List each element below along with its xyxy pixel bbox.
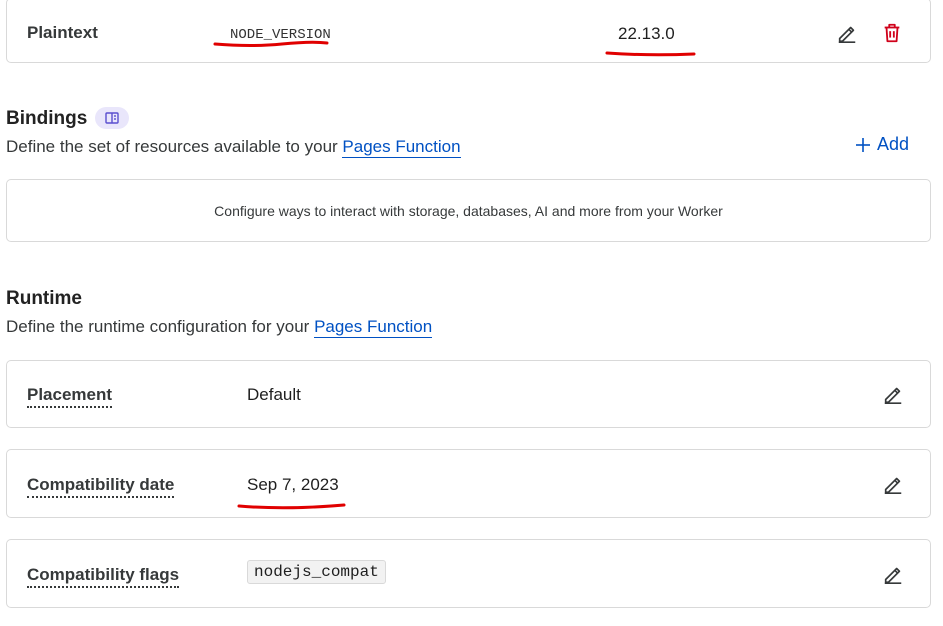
add-binding-label: Add — [877, 134, 910, 154]
pencil-icon — [838, 26, 856, 43]
trash-icon — [884, 23, 900, 43]
env-var-value: 22.13.0 — [618, 24, 675, 43]
bindings-badge — [95, 107, 129, 129]
compatibility-flags-row: Compatibility flags nodejs_compat — [6, 539, 931, 608]
env-var-card: Plaintext NODE_VERSION 22.13.0 — [6, 0, 931, 63]
edit-placement-button[interactable] — [881, 382, 905, 406]
edit-env-var-button[interactable] — [835, 21, 859, 45]
bindings-description: Define the set of resources available to… — [6, 137, 461, 158]
runtime-title: Runtime — [6, 288, 82, 309]
env-var-name: NODE_VERSION — [230, 27, 331, 43]
compatibility-flags-label: Compatibility flags — [27, 565, 180, 588]
pencil-icon — [884, 387, 902, 404]
plus-icon — [856, 137, 870, 152]
placement-row: Placement Default — [6, 360, 931, 428]
bindings-pages-function-link[interactable]: Pages Function — [342, 137, 461, 158]
runtime-pages-function-link[interactable]: Pages Function — [314, 317, 433, 338]
pencil-icon — [884, 567, 902, 584]
edit-compatibility-date-button[interactable] — [881, 472, 905, 496]
book-icon — [105, 112, 119, 124]
pencil-icon — [884, 477, 902, 494]
compatibility-date-label: Compatibility date — [27, 475, 175, 498]
compatibility-flag-chip: nodejs_compat — [247, 560, 386, 584]
add-binding-button[interactable]: Add — [855, 134, 909, 155]
compatibility-date-value: Sep 7, 2023 — [247, 475, 339, 494]
runtime-description: Define the runtime configuration for you… — [6, 317, 433, 338]
delete-env-var-button[interactable] — [880, 21, 904, 45]
placement-label: Placement — [27, 385, 113, 408]
bindings-title: Bindings — [6, 108, 88, 129]
env-var-type: Plaintext — [27, 23, 98, 42]
compatibility-date-row: Compatibility date Sep 7, 2023 — [6, 449, 931, 518]
edit-compatibility-flags-button[interactable] — [881, 562, 905, 586]
bindings-empty-card: Configure ways to interact with storage,… — [6, 179, 931, 242]
bindings-empty-message: Configure ways to interact with storage,… — [214, 202, 723, 219]
placement-value: Default — [247, 385, 301, 404]
